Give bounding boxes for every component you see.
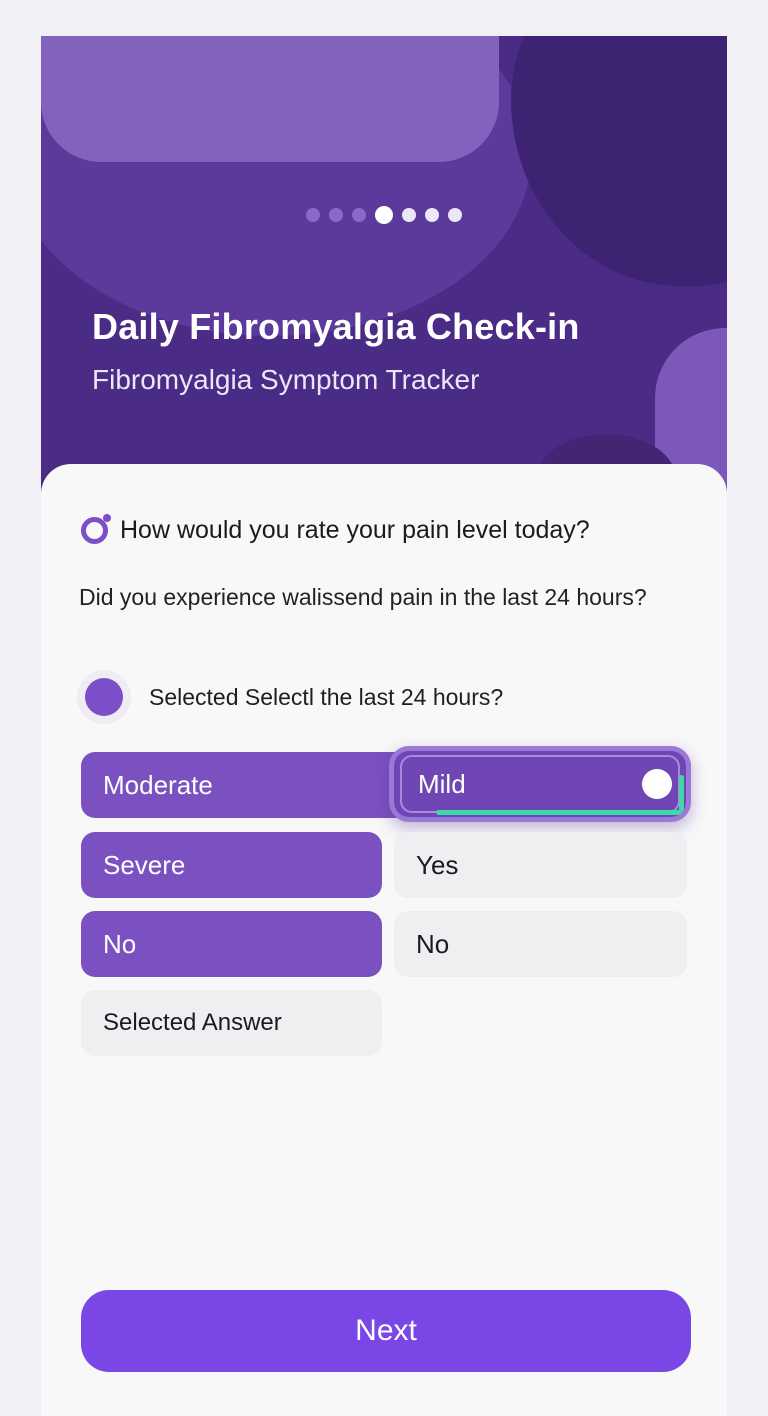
option-selected-answer[interactable]: Selected Answer xyxy=(81,990,382,1056)
selection-highlight-bar xyxy=(679,775,684,815)
step-dot xyxy=(402,208,416,222)
radio-label: Selected Selectl the last 24 hours? xyxy=(149,683,504,710)
secondary-question: Did you experience walissend pain in the… xyxy=(79,584,647,610)
step-dot xyxy=(448,208,462,222)
page-subtitle: Fibromyalgia Symptom Tracker xyxy=(92,364,480,395)
option-label: No xyxy=(103,928,137,959)
option-no-right[interactable]: No xyxy=(394,911,687,977)
option-severe[interactable]: Severe xyxy=(81,832,382,898)
ring-icon xyxy=(81,514,111,544)
option-moderate[interactable]: Moderate xyxy=(81,752,421,818)
question-row: How would you rate your pain level today… xyxy=(81,514,590,545)
option-label: Mild xyxy=(418,768,466,799)
option-no-left[interactable]: No xyxy=(81,911,382,977)
step-dot-active xyxy=(375,206,393,224)
step-dot xyxy=(329,208,343,222)
decorative-blob xyxy=(41,36,499,162)
decorative-blob xyxy=(511,36,727,286)
step-dot xyxy=(352,208,366,222)
step-indicator xyxy=(41,206,727,224)
option-yes[interactable]: Yes xyxy=(394,832,687,898)
hero-header: Daily Fibromyalgia Check-in Fibromyalgia… xyxy=(41,36,727,506)
next-button[interactable]: Next xyxy=(81,1290,691,1372)
selection-highlight-bar xyxy=(436,810,686,815)
page-title: Daily Fibromyalgia Check-in xyxy=(92,306,580,347)
question-card: How would you rate your pain level today… xyxy=(41,464,727,1416)
option-label: No xyxy=(416,928,450,959)
question-text: How would you rate your pain level today… xyxy=(120,516,590,544)
option-mild[interactable]: Mild xyxy=(389,746,691,822)
option-label: Yes xyxy=(416,849,459,880)
step-dot xyxy=(425,208,439,222)
toggle-knob[interactable] xyxy=(642,769,672,799)
option-label: Moderate xyxy=(103,769,213,800)
option-mild-inner: Mild xyxy=(400,755,680,813)
app-screen: Daily Fibromyalgia Check-in Fibromyalgia… xyxy=(41,36,727,1416)
radio-dot xyxy=(85,678,123,716)
option-label: Severe xyxy=(103,849,186,880)
selected-radio-row[interactable]: Selected Selectl the last 24 hours? xyxy=(77,670,503,724)
radio-button[interactable] xyxy=(77,670,131,724)
step-dot xyxy=(306,208,320,222)
option-label: Selected Answer xyxy=(103,1009,282,1036)
